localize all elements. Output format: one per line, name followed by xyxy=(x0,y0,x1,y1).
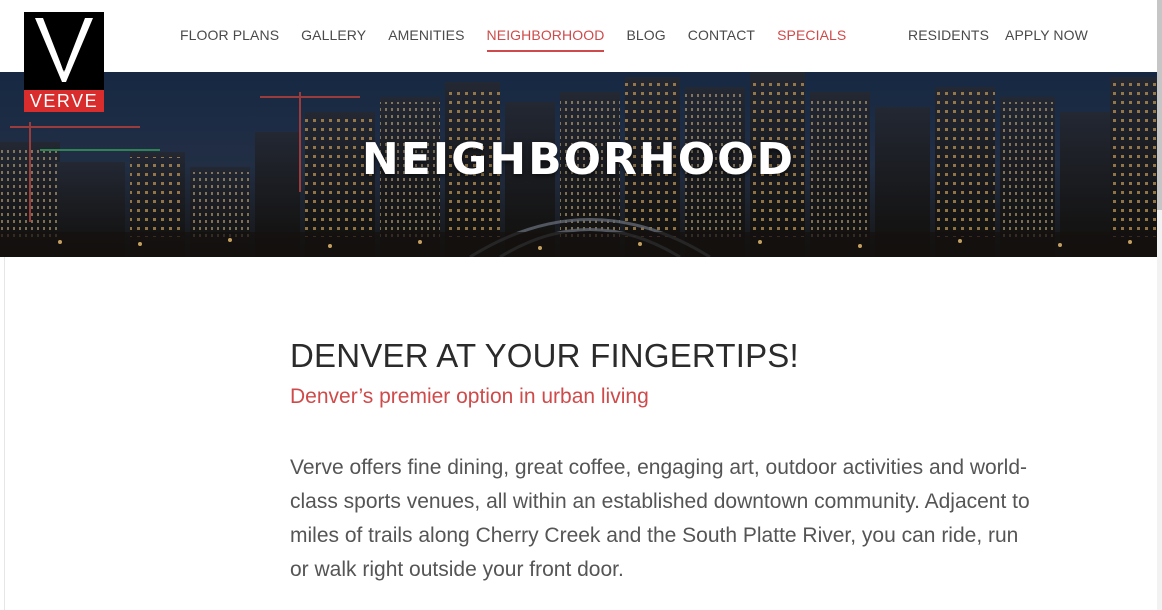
section-body: Verve offers fine dining, great coffee, … xyxy=(290,456,1030,581)
nav-gallery[interactable]: GALLERY xyxy=(301,27,366,43)
hero-banner: NEIGHBORHOOD xyxy=(0,72,1157,257)
main-nav: FLOOR PLANS GALLERY AMENITIES NEIGHBORHO… xyxy=(180,0,868,70)
site-header: FLOOR PLANS GALLERY AMENITIES NEIGHBORHO… xyxy=(0,0,1157,72)
nav-contact[interactable]: CONTACT xyxy=(688,27,755,43)
verve-logo[interactable]: VERVE xyxy=(24,12,104,112)
v-logo-icon xyxy=(35,18,93,82)
nav-amenities[interactable]: AMENITIES xyxy=(388,27,464,43)
hero-title: NEIGHBORHOOD xyxy=(361,134,796,185)
nav-floor-plans[interactable]: FLOOR PLANS xyxy=(180,27,279,43)
section-subheading: Denver’s premier option in urban living xyxy=(290,385,649,408)
section-heading: DENVER AT YOUR FINGERTIPS! xyxy=(290,337,799,374)
nav-apply-now[interactable]: APPLY NOW xyxy=(1005,27,1088,43)
nav-residents[interactable]: RESIDENTS xyxy=(908,27,989,43)
scrollbar-thumb[interactable] xyxy=(1157,0,1162,210)
nav-neighborhood[interactable]: NEIGHBORHOOD xyxy=(486,27,605,52)
nav-specials[interactable]: SPECIALS xyxy=(777,27,846,43)
secondary-nav: RESIDENTS APPLY NOW xyxy=(908,0,1104,70)
page: FLOOR PLANS GALLERY AMENITIES NEIGHBORHO… xyxy=(0,0,1162,610)
intro-section: DENVER AT YOUR FINGERTIPS! Denver’s prem… xyxy=(290,337,1050,587)
logo-wordmark: VERVE xyxy=(24,90,104,112)
nav-blog[interactable]: BLOG xyxy=(626,27,665,43)
main-content: DENVER AT YOUR FINGERTIPS! Denver’s prem… xyxy=(4,257,1158,610)
page-scrollbar[interactable] xyxy=(1157,0,1162,610)
